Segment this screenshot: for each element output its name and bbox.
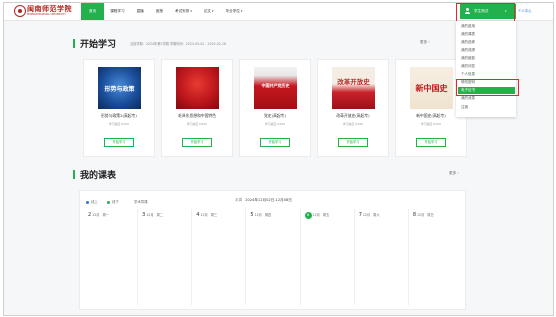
menu-item-profile[interactable]: 个人信息 — [458, 71, 515, 78]
menu-item-grades[interactable]: 我的成绩 — [458, 47, 515, 54]
course-progress: 学习进度 0/100 — [186, 122, 208, 126]
course-cover-image: 形势与政策 — [98, 67, 141, 109]
start-learning-button[interactable]: 开始学习 — [104, 138, 134, 147]
main-nav: 首页 课程学习 直播 函授 考试安排▾ 论文▾ 毕业学位▾ — [81, 3, 248, 20]
menu-item-qa[interactable]: 我的问答 — [458, 63, 515, 70]
menu-item-payment[interactable]: 我的缴费 — [458, 55, 515, 62]
course-card[interactable]: 中国共产党历史 党史(高起专) 学习进度 0/100 开始学习 — [239, 59, 311, 157]
course-card[interactable]: 形势与政策 形势与政策2(高起专) 学习进度 0/100 开始学习 — [83, 59, 155, 157]
nav-course-study[interactable]: 课程学习 — [104, 3, 130, 20]
cover-caption: 改革开放史 — [337, 78, 370, 86]
start-learning-button[interactable]: 开始学习 — [260, 138, 290, 147]
course-title: 党史(高起专) — [264, 113, 286, 118]
cover-caption: 中国共产党历史 — [261, 83, 290, 88]
menu-item-messages[interactable]: 我的消息 — [458, 95, 515, 102]
nav-home[interactable]: 首页 — [81, 3, 105, 20]
schedule-more-link[interactable]: 更多 › — [449, 171, 459, 176]
my-schedule-title: 我的课表 — [80, 171, 117, 181]
day-header: 812月 周日 — [412, 212, 434, 218]
start-learning-button[interactable]: 开始学习 — [416, 138, 446, 147]
offline-dot-icon — [107, 200, 110, 204]
day-column[interactable]: 712月 周六 — [355, 209, 409, 305]
chevron-down-icon: ▾ — [240, 9, 243, 13]
course-cover-image: 中国共产党历史 — [254, 67, 297, 109]
day-header: 712月 周六 — [358, 212, 380, 218]
course-progress: 学习进度 0/100 — [342, 122, 364, 126]
day-header: 412月 周三 — [196, 212, 218, 218]
day-column[interactable]: 312月 周二 — [138, 209, 193, 305]
menu-item-timetable[interactable]: 我的课表 — [458, 31, 515, 38]
start-learning-button[interactable]: 开始学习 — [182, 138, 212, 147]
day-header: 6 12月 周五 — [304, 212, 329, 219]
personal-center-link[interactable]: 个人中心 — [518, 4, 532, 19]
highlight-user-menu — [456, 3, 515, 23]
highlight-e-certificate — [456, 79, 519, 96]
menu-item-logout[interactable]: 注销 — [458, 104, 515, 111]
university-logo[interactable]: 闽南师范学院 MINNAN NORMAL UNIVERSITY — [14, 4, 74, 19]
schedule-panel: 线上 线下 学术导课 本周 2024年12月02日-12月08日 212月 周一 3… — [79, 190, 466, 310]
day-column[interactable]: 212月 周一 — [84, 209, 139, 305]
course-progress: 学习进度 0/100 — [420, 122, 442, 126]
day-header: 512月 周四 — [250, 212, 272, 218]
day-column[interactable]: 412月 周三 — [192, 209, 247, 305]
course-card[interactable]: 改革开放史 改革开放史(高起专) 学习进度 0/100 开始学习 — [317, 59, 389, 157]
course-card[interactable]: 毛泽东思想和中国特色 学习进度 0/100 开始学习 — [161, 59, 233, 157]
menu-item-electives[interactable]: 我的选修 — [458, 39, 515, 46]
cover-caption — [176, 67, 219, 109]
user-dropdown-menu: 我的费用 我的课表 我的选修 我的成绩 我的缴费 我的问答 个人信息 修改密码 … — [456, 21, 516, 117]
nav-live[interactable]: 直播 — [131, 3, 150, 20]
logo-subtitle: MINNAN NORMAL UNIVERSITY — [27, 13, 66, 16]
emblem-icon — [14, 5, 26, 17]
legend-academic: 学术导课 — [134, 200, 148, 204]
nav-graduation[interactable]: 毕业学位▾ — [220, 3, 249, 20]
day-header: 312月 周二 — [142, 212, 163, 218]
course-progress: 学习进度 0/100 — [108, 122, 130, 126]
online-dot-icon — [86, 200, 89, 204]
semester-info: 当前学期：2024年第2学期 学期时间：2024-09-02 - 2025-02… — [130, 42, 227, 46]
course-progress: 学习进度 0/100 — [264, 122, 286, 126]
start-learning-more-link[interactable]: 更多 › — [420, 40, 430, 45]
section-accent-bar — [73, 170, 75, 179]
nav-exam[interactable]: 考试安排▾ — [169, 3, 198, 20]
cover-caption: 新中国史 — [415, 82, 448, 93]
menu-item-fees[interactable]: 我的费用 — [458, 23, 515, 30]
start-learning-title: 开始学习 — [80, 40, 117, 50]
week-range: 本周 2024年12月02日-12月08日 — [235, 198, 292, 202]
course-title: 毛泽东思想和中国特色 — [178, 113, 216, 118]
legend-online: 线上 — [86, 199, 98, 204]
course-cover-image: 改革开放史 — [332, 67, 375, 109]
day-column-today[interactable]: 6 12月 周五 — [301, 209, 355, 305]
course-cover-image: 新中国史 — [410, 67, 453, 109]
chevron-down-icon: ▾ — [190, 9, 192, 13]
cover-caption: 形势与政策 — [104, 85, 135, 93]
app-window: 闽南师范学院 MINNAN NORMAL UNIVERSITY 首页 课程学习 … — [3, 2, 554, 316]
nav-correspondence[interactable]: 函授 — [150, 3, 169, 20]
course-cover-image — [176, 67, 219, 109]
day-column[interactable]: 512月 周四 — [246, 209, 301, 305]
day-column[interactable]: 812月 周日 — [409, 209, 462, 305]
day-header: 212月 周一 — [88, 212, 109, 218]
week-days: 212月 周一 312月 周二 412月 周三 512月 周四 6 12月 周五 712月周… — [84, 209, 462, 305]
course-title: 改革开放史(高起专) — [336, 113, 370, 118]
chevron-down-icon: ▾ — [212, 9, 214, 13]
course-title: 形势与政策2(高起专) — [101, 113, 137, 118]
nav-thesis[interactable]: 论文▾ — [198, 3, 220, 20]
legend-offline: 线下 — [107, 199, 119, 204]
section-accent-bar — [73, 39, 75, 48]
start-learning-button[interactable]: 开始学习 — [338, 138, 368, 147]
